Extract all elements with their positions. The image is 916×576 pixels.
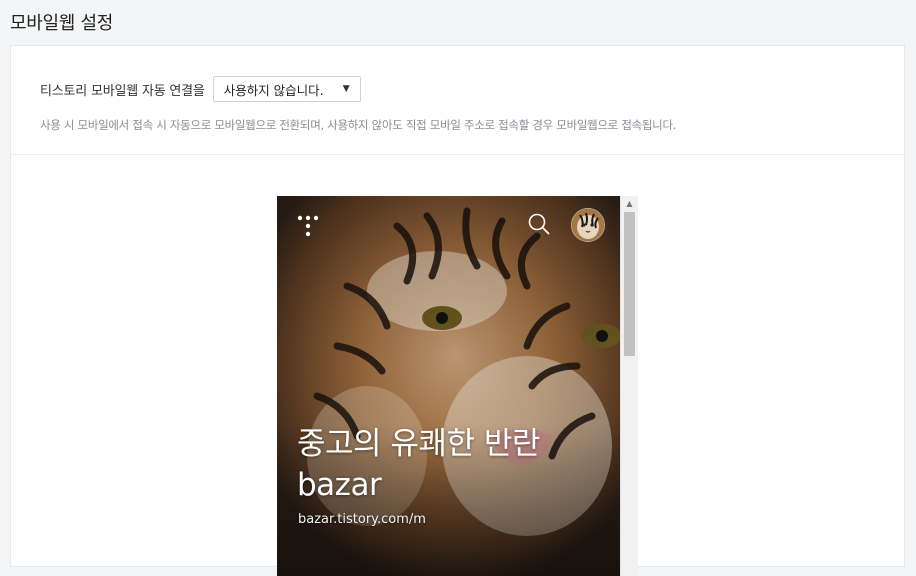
mobile-web-help-text: 사용 시 모바일에서 접속 시 자동으로 모바일웹으로 전환되며, 사용하지 않… xyxy=(40,118,677,132)
blog-title-line2: bazar xyxy=(297,467,382,503)
mobile-preview[interactable]: 중고의 유쾌한 반란 bazar bazar.tistory.com/m ▲ xyxy=(277,196,638,576)
mobile-web-select[interactable]: 사용하지 않습니다. ▼ xyxy=(212,76,361,102)
mobile-web-select-value: 사용하지 않습니다. xyxy=(223,82,324,98)
page-title: 모바일웹 설정 xyxy=(10,13,113,34)
scrollbar-thumb[interactable] xyxy=(624,212,635,356)
mobile-web-setting-row: 티스토리 모바일웹 자동 연결을 사용하지 않습니다. ▼ xyxy=(40,76,361,102)
blog-title[interactable]: 중고의 유쾌한 반란 bazar xyxy=(297,424,607,506)
tiger-avatar-icon xyxy=(572,209,604,241)
divider xyxy=(11,154,904,155)
chevron-down-icon: ▼ xyxy=(342,84,350,94)
blog-title-line1: 중고의 유쾌한 반란 xyxy=(297,426,540,462)
dots-menu-icon[interactable] xyxy=(297,214,319,238)
blog-url[interactable]: bazar.tistory.com/m xyxy=(298,512,426,527)
mobile-web-setting-label: 티스토리 모바일웹 자동 연결을 xyxy=(40,83,205,99)
search-icon[interactable] xyxy=(527,212,551,236)
scroll-up-icon[interactable]: ▲ xyxy=(621,198,638,210)
settings-panel: 티스토리 모바일웹 자동 연결을 사용하지 않습니다. ▼ 사용 시 모바일에서… xyxy=(10,45,905,576)
preview-scrollbar[interactable]: ▲ xyxy=(620,196,638,576)
profile-avatar[interactable] xyxy=(571,208,605,242)
